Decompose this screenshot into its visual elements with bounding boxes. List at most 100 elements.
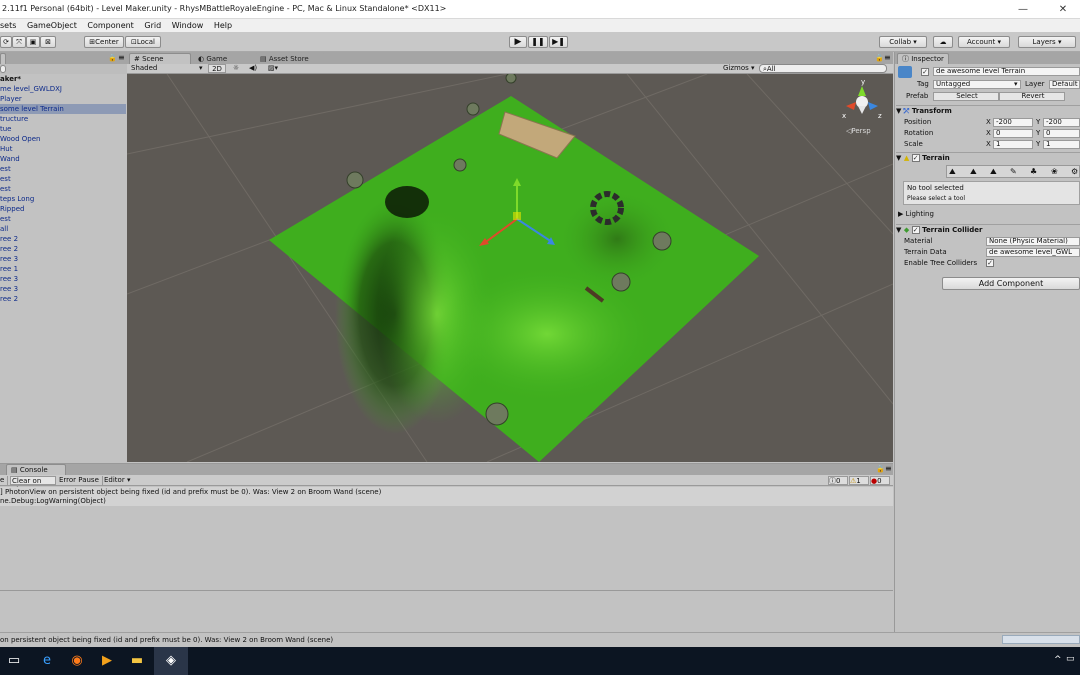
hierarchy-item[interactable]: tue: [0, 124, 12, 134]
pivot-local-button[interactable]: ⊡Local: [125, 36, 161, 48]
terrain-data-field[interactable]: de awesome level_GWL: [986, 248, 1080, 257]
error-count-toggle[interactable]: ●0: [870, 476, 890, 485]
cloud-button[interactable]: ☁: [933, 36, 953, 48]
terrain-settings-tool-icon[interactable]: ⚙: [1071, 167, 1078, 176]
paint-texture-tool-icon[interactable]: ✎: [1010, 167, 1017, 176]
hierarchy-item[interactable]: ree 2: [0, 234, 18, 244]
rotation-x-field[interactable]: 0: [993, 129, 1033, 138]
terrain-header[interactable]: ▼ ▲ ✓ Terrain: [896, 152, 1080, 163]
warning-count-toggle[interactable]: ⚠1: [849, 476, 869, 485]
hierarchy-item[interactable]: ree 3: [0, 274, 18, 284]
transform-header[interactable]: ▼ ⤱ Transform: [896, 105, 1080, 116]
terrain-collider-header[interactable]: ▼ ◆ ✓ Terrain Collider: [896, 224, 1080, 235]
scene-viewport[interactable]: y x z ◁Persp: [127, 74, 893, 462]
position-y-field[interactable]: -200: [1043, 118, 1080, 127]
hierarchy-search-input[interactable]: [0, 65, 6, 73]
hierarchy-item[interactable]: Wand: [0, 154, 20, 164]
tab-inspector[interactable]: ⓘ Inspector: [897, 53, 949, 64]
material-field[interactable]: None (Physic Material): [986, 237, 1080, 246]
gizmos-dropdown[interactable]: Gizmos ▾: [723, 64, 757, 73]
menu-component[interactable]: Component: [87, 19, 133, 32]
active-checkbox[interactable]: ✓: [921, 67, 929, 76]
hierarchy-item[interactable]: ree 2: [0, 244, 18, 254]
tab-console[interactable]: ▤ Console: [6, 464, 66, 475]
tag-dropdown[interactable]: Untagged ▾: [933, 80, 1021, 89]
console-log-entry[interactable]: ] PhotonView on persistent object being …: [0, 487, 893, 506]
paint-details-tool-icon[interactable]: ❀: [1051, 167, 1058, 176]
layer-dropdown[interactable]: Default: [1049, 80, 1080, 89]
menu-grid[interactable]: Grid: [144, 19, 161, 32]
hierarchy-item[interactable]: some level Terrain: [0, 104, 126, 114]
menu-window[interactable]: Window: [172, 19, 204, 32]
scale-tool-button[interactable]: ⤧: [12, 36, 26, 48]
task-view-icon[interactable]: ▭: [4, 651, 24, 671]
info-count-toggle[interactable]: ⓘ0: [828, 476, 848, 485]
place-trees-tool-icon[interactable]: ♣: [1030, 167, 1037, 176]
object-name-field[interactable]: de awesome level Terrain: [933, 67, 1080, 76]
smooth-height-tool-icon[interactable]: ⛰: [990, 167, 997, 177]
menu-assets[interactable]: sets: [0, 19, 16, 32]
lock-icon[interactable]: 🔒: [876, 465, 885, 473]
tab-asset-store[interactable]: ▤ Asset Store: [255, 53, 325, 64]
console-divider[interactable]: [0, 590, 893, 591]
checkmark-icon[interactable]: ✓: [911, 226, 920, 234]
hierarchy-item[interactable]: me level_GWLDXJ: [0, 84, 62, 94]
lighting-toggle-button[interactable]: ☼: [229, 64, 243, 73]
pivot-center-button[interactable]: ⊞Center: [84, 36, 124, 48]
hierarchy-item[interactable]: Hut: [0, 144, 12, 154]
clear-on-play-toggle[interactable]: Clear on Play: [10, 476, 56, 494]
hierarchy-item[interactable]: est: [0, 174, 11, 184]
panel-menu-icon[interactable]: ≡: [118, 53, 125, 62]
effects-dropdown[interactable]: ▨▾: [264, 64, 282, 73]
shading-dropdown[interactable]: Shaded ▾: [131, 64, 205, 73]
unity-taskbar-item[interactable]: ◈: [154, 647, 188, 675]
hierarchy-item[interactable]: Wood Open: [0, 134, 40, 144]
play-button[interactable]: ▶: [509, 36, 527, 48]
tab-game[interactable]: ◐ Game: [193, 53, 251, 64]
orientation-gizmo[interactable]: y x z ◁Persp: [842, 78, 882, 135]
hierarchy-item[interactable]: tructure: [0, 114, 28, 124]
status-message[interactable]: on persistent object being fixed (id and…: [0, 636, 333, 644]
lock-icon[interactable]: 🔒: [108, 54, 117, 62]
menu-gameobject[interactable]: GameObject: [27, 19, 77, 32]
hierarchy-item[interactable]: est: [0, 184, 11, 194]
panel-menu-icon[interactable]: ≡: [885, 464, 892, 473]
enable-tree-colliders-checkbox[interactable]: ✓: [986, 258, 994, 267]
editor-dropdown[interactable]: Editor ▾: [102, 476, 132, 485]
rect-tool-button[interactable]: ▣: [26, 36, 40, 48]
file-explorer-icon[interactable]: ▬: [127, 651, 147, 671]
account-button[interactable]: Account ▾: [958, 36, 1010, 48]
clear-button[interactable]: e: [0, 476, 8, 485]
rotation-y-field[interactable]: 0: [1043, 129, 1080, 138]
rotate-tool-button[interactable]: ⟳: [0, 36, 12, 48]
hierarchy-item[interactable]: ree 3: [0, 284, 18, 294]
scene-root-label[interactable]: aker*: [0, 74, 21, 84]
projection-label[interactable]: ◁Persp: [846, 127, 871, 135]
hierarchy-item[interactable]: ree 3: [0, 254, 18, 264]
hierarchy-item[interactable]: ree 1: [0, 264, 18, 274]
tray-network-icon[interactable]: ▭: [1066, 654, 1075, 664]
hierarchy-item[interactable]: ree 2: [0, 294, 18, 304]
hierarchy-item[interactable]: est: [0, 164, 11, 174]
pause-button[interactable]: ❚❚: [528, 36, 548, 48]
audio-toggle-button[interactable]: ◀): [246, 64, 260, 73]
hierarchy-item[interactable]: Player: [0, 94, 22, 104]
menu-help[interactable]: Help: [214, 19, 232, 32]
lighting-foldout[interactable]: ▶ Lighting: [898, 209, 934, 219]
firefox-icon[interactable]: ◉: [67, 651, 87, 671]
checkmark-icon[interactable]: ✓: [911, 154, 920, 162]
collab-button[interactable]: Collab ▾: [879, 36, 927, 48]
prefab-select-button[interactable]: Select: [933, 92, 999, 101]
scale-y-field[interactable]: 1: [1043, 140, 1080, 149]
lock-icon[interactable]: 🔒: [875, 54, 884, 62]
raise-lower-tool-icon[interactable]: ⛰: [949, 167, 956, 177]
media-player-icon[interactable]: ▶: [97, 651, 117, 671]
hierarchy-item[interactable]: teps Long: [0, 194, 34, 204]
step-button[interactable]: ▶❚: [549, 36, 568, 48]
scale-x-field[interactable]: 1: [993, 140, 1033, 149]
add-component-button[interactable]: Add Component: [942, 277, 1080, 290]
paint-height-tool-icon[interactable]: ⛰: [970, 167, 977, 177]
close-button[interactable]: ✕: [1046, 0, 1080, 19]
position-x-field[interactable]: -200: [993, 118, 1033, 127]
prefab-revert-button[interactable]: Revert: [999, 92, 1065, 101]
